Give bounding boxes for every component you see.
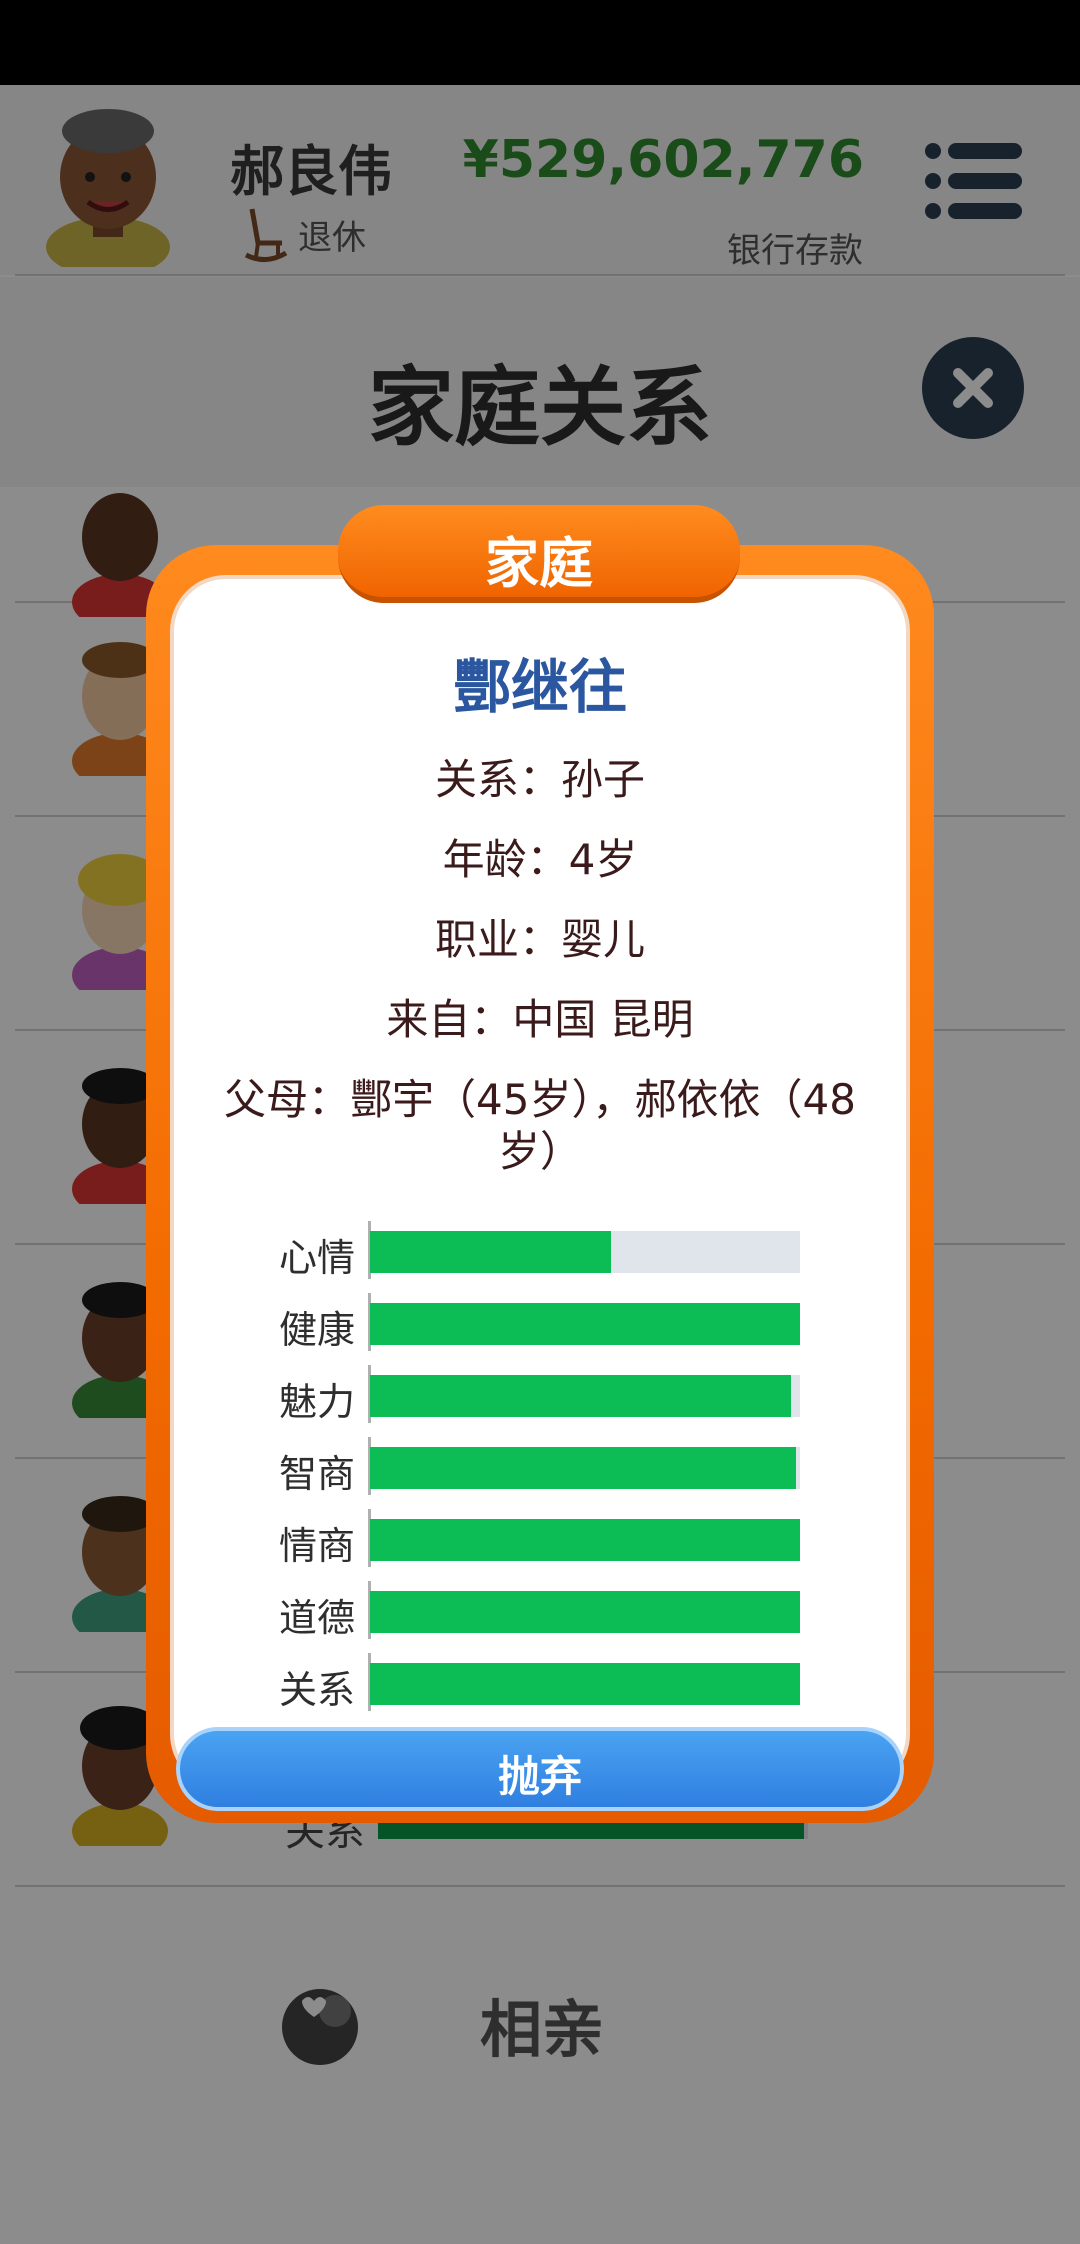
member-relation: 关系：孙子: [434, 755, 645, 804]
stat-bar: [370, 1231, 800, 1273]
stat-bar: [370, 1375, 800, 1417]
stat-bar: [370, 1447, 800, 1489]
stat-bar: [370, 1591, 800, 1633]
stat-iq: 智商: [240, 1437, 800, 1496]
status-bar: [0, 0, 1080, 85]
stat-label: 健康: [278, 1308, 355, 1352]
abandon-button[interactable]: 抛弃: [176, 1727, 904, 1811]
member-age: 年龄：4岁: [442, 835, 638, 884]
stat-label: 智商: [278, 1452, 355, 1496]
stat-health: 健康: [240, 1293, 800, 1352]
stat-fill: [370, 1231, 611, 1273]
abandon-label: 抛弃: [497, 1752, 582, 1801]
stat-fill: [370, 1447, 796, 1489]
member-job: 职业：婴儿: [434, 915, 645, 964]
member-name: 酆继往: [452, 653, 627, 721]
modal-title: 家庭: [485, 532, 593, 595]
stat-label: 魅力: [278, 1380, 355, 1424]
stat-charm: 魅力: [240, 1365, 800, 1424]
stat-label: 心情: [278, 1236, 355, 1280]
stat-bar: [370, 1519, 800, 1561]
member-origin: 来自：中国 昆明: [386, 995, 694, 1044]
modal-tab: 家庭: [338, 505, 740, 603]
stat-bar: [370, 1663, 800, 1705]
stat-morality: 道德: [240, 1581, 800, 1640]
stat-fill: [370, 1375, 792, 1417]
stat-fill: [370, 1591, 800, 1633]
stat-label: 关系: [278, 1668, 355, 1712]
stat-fill: [370, 1663, 800, 1705]
member-parents: 父母：酆宇（45岁），郝依依（48岁）: [224, 1075, 856, 1176]
stat-fill: [370, 1519, 800, 1561]
stat-label: 情商: [278, 1524, 355, 1568]
stat-relationship: 关系: [240, 1653, 800, 1712]
stat-eq: 情商: [240, 1509, 800, 1568]
stat-mood: 心情: [240, 1221, 800, 1280]
stat-fill: [370, 1303, 800, 1345]
stat-label: 道德: [278, 1596, 355, 1640]
stat-bar: [370, 1303, 800, 1345]
